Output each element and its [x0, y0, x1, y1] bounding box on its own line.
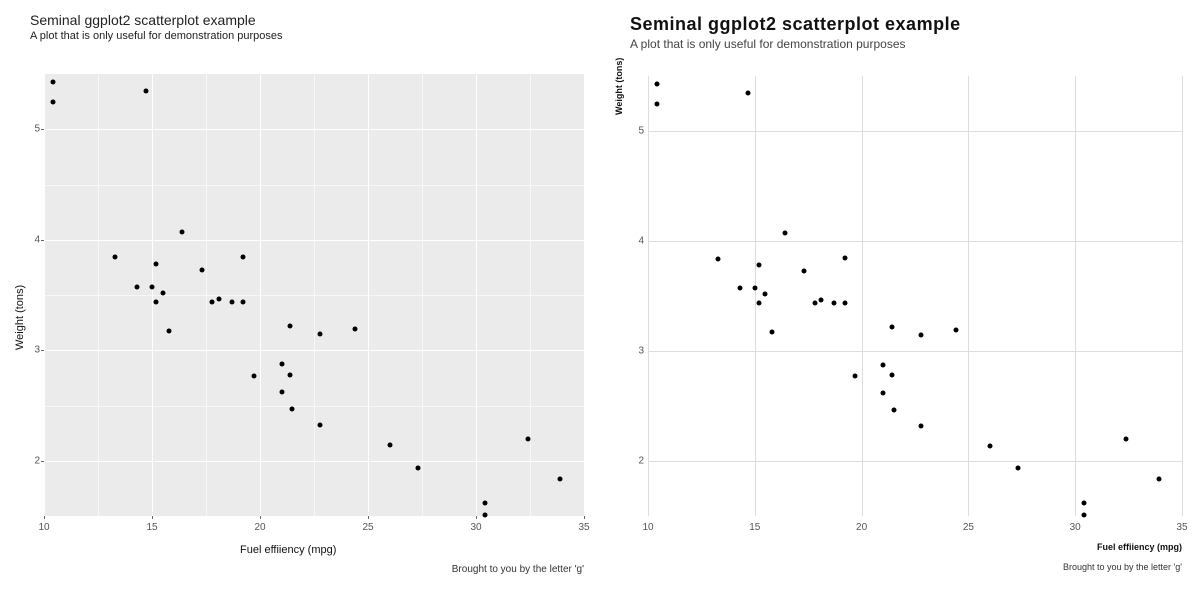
scatter-point	[154, 262, 159, 267]
scatter-point	[288, 324, 293, 329]
scatter-point	[1081, 501, 1086, 506]
scatter-point	[716, 256, 721, 261]
chart-title: Seminal ggplot2 scatterplot example	[30, 12, 600, 28]
scatter-point	[752, 286, 757, 291]
x-axis-label: Fuel effiiency (mpg)	[1097, 542, 1182, 552]
scatter-point	[558, 476, 563, 481]
scatter-point	[134, 285, 139, 290]
scatter-point	[216, 297, 221, 302]
y-axis-label: Weight (tons)	[14, 285, 26, 350]
scatter-point	[889, 373, 894, 378]
x-tick-label: 10	[38, 522, 49, 533]
scatter-point	[831, 300, 836, 305]
scatter-point	[167, 329, 172, 334]
scatter-point	[654, 82, 659, 87]
x-tick-label: 20	[856, 522, 867, 533]
y-tick-label: 4	[26, 234, 40, 245]
scatter-point	[1124, 437, 1129, 442]
scatter-point	[240, 254, 245, 259]
y-tick-label: 3	[630, 346, 644, 357]
scatter-point	[290, 407, 295, 412]
scatter-point	[919, 332, 924, 337]
scatter-point	[757, 263, 762, 268]
scatter-point	[482, 512, 487, 517]
scatter-point	[880, 362, 885, 367]
scatter-point	[1015, 466, 1020, 471]
scatter-point	[279, 362, 284, 367]
x-tick-label: 30	[470, 522, 481, 533]
scatter-point	[240, 299, 245, 304]
scatter-point	[482, 501, 487, 506]
chart-left: Seminal ggplot2 scatterplot example A pl…	[0, 0, 600, 600]
scatter-point	[891, 407, 896, 412]
scatter-point	[288, 372, 293, 377]
chart-subtitle: A plot that is only useful for demonstra…	[630, 37, 1200, 51]
y-tick-label: 2	[26, 455, 40, 466]
scatter-point	[318, 423, 323, 428]
chart-subtitle: A plot that is only useful for demonstra…	[30, 30, 600, 42]
x-tick-label: 15	[749, 522, 760, 533]
x-tick-label: 25	[963, 522, 974, 533]
chart-caption: Brought to you by the letter 'g'	[1063, 562, 1182, 572]
chart-right: Seminal ggplot2 scatterplot example A pl…	[600, 0, 1200, 600]
scatter-point	[113, 255, 118, 260]
x-tick-label: 15	[146, 522, 157, 533]
plot-area: 1015202530352345	[648, 76, 1182, 516]
scatter-point	[801, 268, 806, 273]
scatter-point	[654, 101, 659, 106]
x-tick-label: 30	[1070, 522, 1081, 533]
scatter-point	[919, 423, 924, 428]
scatter-point	[769, 330, 774, 335]
scatter-point	[154, 300, 159, 305]
scatter-point	[763, 291, 768, 296]
scatter-point	[757, 301, 762, 306]
scatter-point	[987, 443, 992, 448]
y-tick-label: 3	[26, 345, 40, 356]
scatter-point	[180, 230, 185, 235]
y-tick-label: 5	[26, 124, 40, 135]
x-tick-label: 35	[1176, 522, 1187, 533]
scatter-point	[812, 300, 817, 305]
scatter-point	[210, 299, 215, 304]
scatter-point	[318, 331, 323, 336]
x-tick-label: 35	[578, 522, 589, 533]
scatter-point	[953, 328, 958, 333]
scatter-point	[819, 298, 824, 303]
scatter-point	[782, 231, 787, 236]
scatter-point	[842, 300, 847, 305]
scatter-point	[143, 89, 148, 94]
scatter-point	[889, 325, 894, 330]
scatter-point	[415, 465, 420, 470]
x-tick-label: 25	[362, 522, 373, 533]
x-tick-label: 20	[254, 522, 265, 533]
x-axis-label: Fuel effiiency (mpg)	[240, 544, 336, 556]
scatter-point	[229, 299, 234, 304]
scatter-point	[853, 374, 858, 379]
y-tick-label: 5	[630, 126, 644, 137]
scatter-point	[50, 80, 55, 85]
scatter-point	[746, 91, 751, 96]
scatter-point	[279, 390, 284, 395]
chart-title: Seminal ggplot2 scatterplot example	[630, 14, 1200, 35]
scatter-point	[150, 285, 155, 290]
scatter-point	[737, 286, 742, 291]
y-tick-label: 4	[630, 236, 644, 247]
scatter-point	[199, 267, 204, 272]
plot-area: 1015202530352345	[44, 74, 584, 516]
y-axis-label: Weight (tons)	[614, 58, 624, 115]
scatter-point	[251, 373, 256, 378]
scatter-point	[880, 390, 885, 395]
scatter-point	[50, 99, 55, 104]
scatter-point	[160, 290, 165, 295]
chart-caption: Brought to you by the letter 'g'	[452, 564, 584, 575]
chart-pair: Seminal ggplot2 scatterplot example A pl…	[0, 0, 1200, 600]
scatter-point	[1156, 477, 1161, 482]
x-tick-label: 10	[642, 522, 653, 533]
scatter-point	[842, 256, 847, 261]
scatter-point	[387, 443, 392, 448]
y-tick-label: 2	[630, 456, 644, 467]
scatter-point	[353, 327, 358, 332]
scatter-point	[525, 436, 530, 441]
scatter-point	[1081, 512, 1086, 517]
